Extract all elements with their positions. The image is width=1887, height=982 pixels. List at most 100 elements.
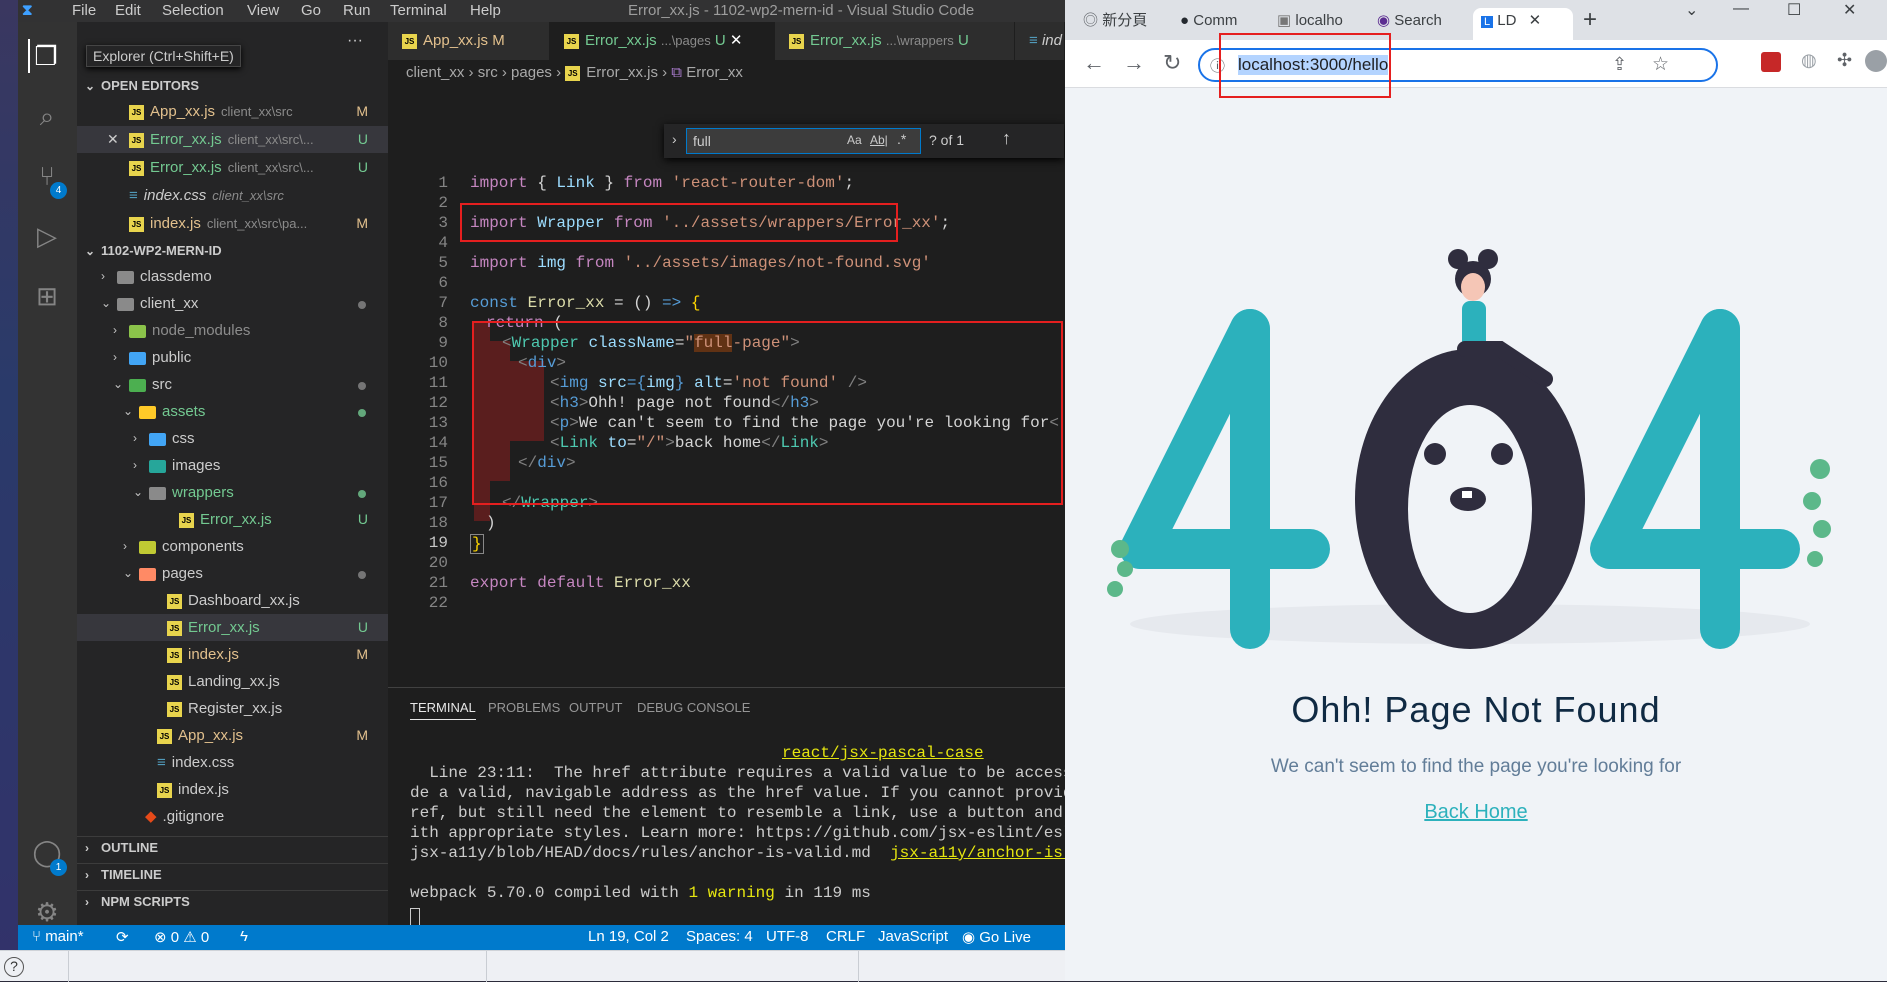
tab-app[interactable]: JS App_xx.js M <box>388 22 550 60</box>
back-home-link[interactable]: Back Home <box>1065 801 1887 824</box>
tree-folder-src[interactable]: ⌄ src <box>77 371 388 398</box>
tree-folder-pages[interactable]: ⌄ pages <box>77 560 388 587</box>
tab-terminal[interactable]: TERMINAL <box>410 700 476 720</box>
open-editor-item[interactable]: JS Error_xx.js client_xx\src\... U <box>77 154 388 181</box>
chevron-right-icon[interactable]: › <box>672 131 677 147</box>
profile-avatar[interactable] <box>1865 50 1887 72</box>
close-icon[interactable]: ✕ <box>730 32 743 49</box>
gear-icon[interactable]: ⚙ <box>30 895 64 929</box>
arrow-up-icon[interactable]: ↑ <box>1002 128 1011 149</box>
language-mode[interactable]: JavaScript <box>878 928 948 945</box>
more-actions-icon[interactable]: ··· <box>347 32 363 50</box>
help-icon[interactable]: ? <box>4 957 24 977</box>
tab-index[interactable]: ≡ ind <box>1015 22 1065 60</box>
branch-status[interactable]: ⑂ main* <box>32 928 84 945</box>
tree-file-pages-error[interactable]: JS Error_xx.js U <box>77 614 388 641</box>
tree-file-index-js[interactable]: JS index.js <box>77 776 388 803</box>
extensions-icon[interactable]: ⊞ <box>30 279 64 313</box>
menu-file[interactable]: File <box>72 2 96 19</box>
menu-help[interactable]: Help <box>470 2 501 19</box>
breadcrumb-item[interactable]: Error_xx.js <box>586 64 658 81</box>
breadcrumb-item[interactable]: pages <box>511 64 552 81</box>
sync-icon[interactable]: ⟳ <box>116 928 129 946</box>
tree-file-gitignore[interactable]: ◆ .gitignore <box>77 803 388 830</box>
star-icon[interactable]: ☆ <box>1652 53 1669 76</box>
tree-file-landing[interactable]: JS Landing_xx.js <box>77 668 388 695</box>
npm-scripts-header[interactable]: › NPM SCRIPTS <box>77 890 388 912</box>
tab-debug-console[interactable]: DEBUG CONSOLE <box>637 700 750 715</box>
breadcrumb-item[interactable]: client_xx <box>406 64 464 81</box>
open-editor-item[interactable]: ✕ JS Error_xx.js client_xx\src\... U <box>77 126 388 153</box>
browser-tab-active[interactable]: L LD ✕ <box>1473 8 1573 40</box>
back-icon[interactable]: ← <box>1083 50 1105 76</box>
tree-file-index-css[interactable]: ≡ index.css <box>77 749 388 776</box>
outline-header[interactable]: › OUTLINE <box>77 836 388 858</box>
tab-search-icon[interactable]: ⌄ <box>1685 0 1698 20</box>
terminal-rule-link[interactable]: jsx-a11y/anchor-is-valid <box>890 844 1065 862</box>
tab-error-pages[interactable]: JS Error_xx.js ...\pages U ✕ <box>550 22 775 60</box>
close-window-icon[interactable]: ✕ <box>1843 0 1856 20</box>
terminal-rule-link[interactable]: react/jsx-pascal-case <box>782 744 984 762</box>
project-header[interactable]: ⌄ 1102-WP2-MERN-ID <box>77 240 388 262</box>
tree-folder-assets[interactable]: ⌄ assets <box>77 398 388 425</box>
maximize-icon[interactable]: ☐ <box>1787 0 1801 20</box>
browser-tab[interactable]: ◎ 新分頁 <box>1083 8 1175 40</box>
cursor-position[interactable]: Ln 19, Col 2 <box>588 928 669 945</box>
line-ending[interactable]: CRLF <box>826 928 865 945</box>
minimize-icon[interactable]: — <box>1733 0 1749 18</box>
open-editor-item[interactable]: JS App_xx.js client_xx\src M <box>77 98 388 125</box>
share-icon[interactable]: ⇪ <box>1612 54 1627 75</box>
close-icon[interactable]: ✕ <box>107 126 119 153</box>
search-icon[interactable]: ⌕ <box>30 99 64 133</box>
tree-file-dashboard[interactable]: JS Dashboard_xx.js <box>77 587 388 614</box>
breadcrumb-item[interactable]: src <box>478 64 498 81</box>
tree-file-pages-index[interactable]: JS index.js M <box>77 641 388 668</box>
find-input[interactable]: full Aa Ab| .* <box>686 128 921 154</box>
new-tab-icon[interactable]: + <box>1583 6 1597 34</box>
tree-folder-public[interactable]: › public <box>77 344 388 371</box>
extension-icon[interactable]: ◍ <box>1801 50 1817 71</box>
menu-run[interactable]: Run <box>343 2 371 19</box>
menu-edit[interactable]: Edit <box>115 2 141 19</box>
tree-file-register[interactable]: JS Register_xx.js <box>77 695 388 722</box>
lightning-icon[interactable]: ϟ <box>240 928 248 945</box>
tree-folder-wrappers[interactable]: ⌄ wrappers <box>77 479 388 506</box>
indentation[interactable]: Spaces: 4 <box>686 928 753 945</box>
tree-folder-node-modules[interactable]: › node_modules <box>77 317 388 344</box>
reload-icon[interactable]: ↻ <box>1163 50 1181 76</box>
open-editor-item[interactable]: JS index.js client_xx\src\pa... M <box>77 210 388 237</box>
problems-status[interactable]: ⊗ 0 ⚠ 0 <box>154 928 209 946</box>
timeline-header[interactable]: › TIMELINE <box>77 863 388 885</box>
explorer-icon[interactable]: ❐ <box>28 39 62 73</box>
encoding[interactable]: UTF-8 <box>766 928 809 945</box>
close-icon[interactable]: ✕ <box>1529 12 1542 29</box>
terminal-output[interactable]: react/jsx-pascal-case Line 23:11: The hr… <box>388 738 1065 938</box>
open-editor-item[interactable]: ≡ index.css client_xx\src <box>77 182 388 209</box>
go-live-button[interactable]: ◉ Go Live <box>962 928 1031 946</box>
tree-folder-images[interactable]: › images <box>77 452 388 479</box>
regex-toggle[interactable]: .* <box>897 131 906 147</box>
whole-word-toggle[interactable]: Ab| <box>870 133 888 147</box>
tree-folder-classdemo[interactable]: › classdemo <box>77 263 388 290</box>
forward-icon[interactable]: → <box>1123 50 1145 76</box>
tree-folder-css[interactable]: › css <box>77 425 388 452</box>
menu-selection[interactable]: Selection <box>162 2 224 19</box>
menu-go[interactable]: Go <box>301 2 321 19</box>
extension-icon[interactable] <box>1761 52 1781 72</box>
puzzle-icon[interactable]: ✣ <box>1837 50 1852 71</box>
tab-output[interactable]: OUTPUT <box>569 700 622 715</box>
tree-folder-components[interactable]: › components <box>77 533 388 560</box>
open-editors-header[interactable]: ⌄ OPEN EDITORS <box>77 75 388 97</box>
tree-file-app[interactable]: JS App_xx.js M <box>77 722 388 749</box>
tab-problems[interactable]: PROBLEMS <box>488 700 560 715</box>
run-debug-icon[interactable]: ▷ <box>30 219 64 253</box>
back-home-label[interactable]: Back Home <box>1424 801 1527 823</box>
tree-folder-client[interactable]: ⌄ client_xx <box>77 290 388 317</box>
tree-file-wrapper-error[interactable]: JS Error_xx.js U <box>77 506 388 533</box>
code-area[interactable]: import { Link } from 'react-router-dom';… <box>388 174 1065 644</box>
match-case-toggle[interactable]: Aa <box>847 133 862 147</box>
menu-view[interactable]: View <box>247 2 279 19</box>
tab-error-wrappers[interactable]: JS Error_xx.js ...\wrappers U <box>775 22 1015 60</box>
breadcrumb-item[interactable]: Error_xx <box>686 64 743 81</box>
menu-terminal[interactable]: Terminal <box>390 2 447 19</box>
